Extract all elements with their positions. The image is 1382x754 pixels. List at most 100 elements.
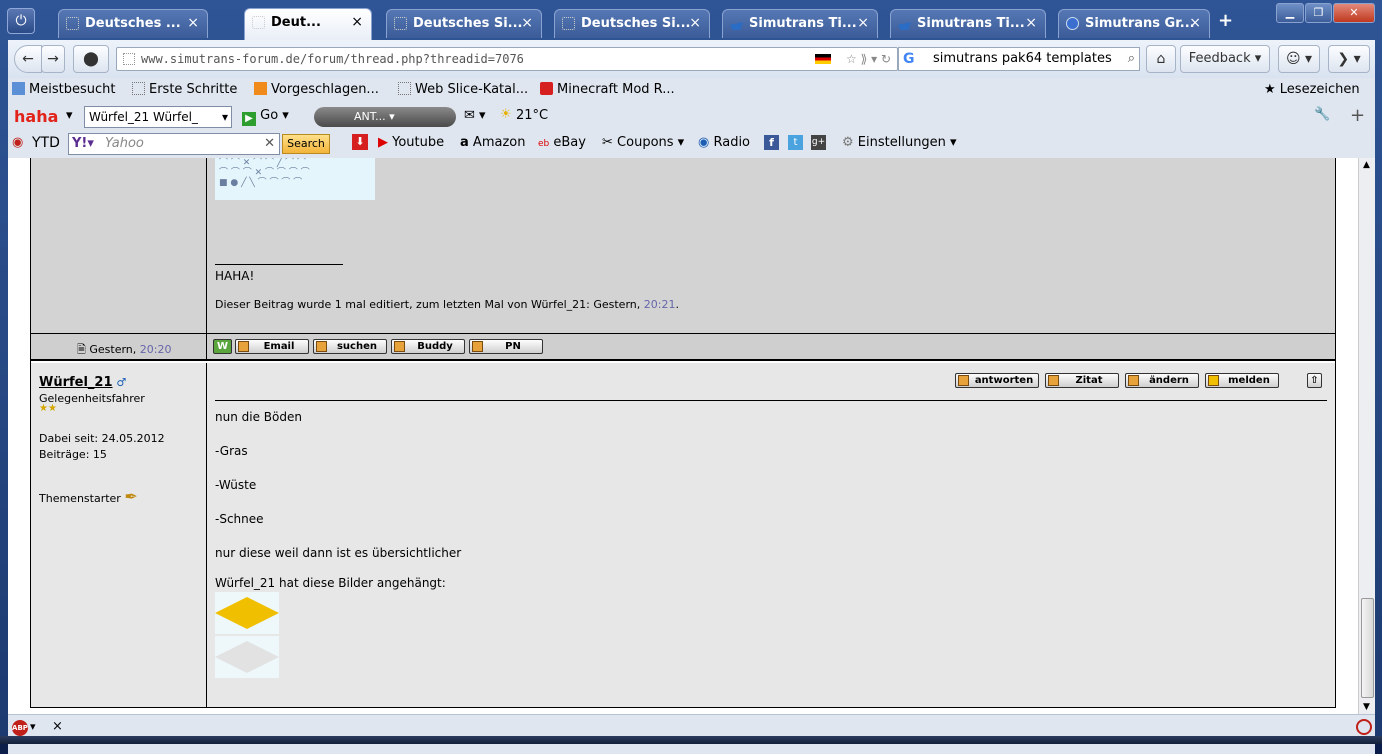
radio-player[interactable]: ANT... ▾ <box>314 107 456 127</box>
download-icon[interactable]: ⬇ <box>352 134 368 150</box>
radio-icon: ◉ <box>698 135 710 150</box>
suggested-icon <box>254 82 267 95</box>
haha-search-dropdown[interactable]: Würfel_21 Würfel_ ▾ <box>84 106 232 128</box>
amazon-link[interactable]: a Amazon <box>460 135 525 150</box>
bookmark-web-slice[interactable]: Web Slice-Katal... <box>398 82 528 97</box>
pm-button[interactable]: PN <box>469 339 543 354</box>
firefox-menu-button[interactable]: ⏻ <box>7 8 35 34</box>
scrollbar-thumb[interactable] <box>1361 598 1374 698</box>
coupons-link[interactable]: ✂ Coupons ▾ <box>602 135 684 150</box>
home-button[interactable]: ⌂ <box>1146 45 1176 73</box>
ebay-link[interactable]: eb eBay <box>538 135 586 150</box>
tab-label: Simutrans Ti... <box>917 16 1025 31</box>
radio-link[interactable]: ◉ Radio <box>698 135 750 150</box>
bookmark-label: Web Slice-Katal... <box>415 82 529 97</box>
greasemonkey-button[interactable]: ☺ ▾ <box>1278 45 1320 73</box>
tab-4[interactable]: Deutsches Si... × <box>554 9 710 38</box>
reply-button[interactable]: antworten <box>955 373 1039 388</box>
link-label: Youtube <box>392 135 445 150</box>
tab-7[interactable]: Simutrans Gr... × <box>1058 9 1210 38</box>
search-posts-button[interactable]: suchen <box>313 339 387 354</box>
chevron-down-icon[interactable]: ▾ <box>66 108 73 123</box>
buddy-button[interactable]: Buddy <box>391 339 465 354</box>
bookmark-minecraft[interactable]: Minecraft Mod R... <box>540 82 675 97</box>
quote-button[interactable]: Zitat <box>1045 373 1119 388</box>
button-label: suchen <box>336 341 378 352</box>
bookmark-vorgeschlagen[interactable]: Vorgeschlagen... <box>254 82 379 97</box>
google-plus-icon[interactable]: g+ <box>811 135 826 150</box>
search-icon <box>316 341 327 352</box>
chevron-down-icon[interactable]: ▾ <box>30 720 36 733</box>
monkey-icon: ☺ <box>1285 51 1301 67</box>
forward-button[interactable]: → <box>41 45 65 73</box>
username-link[interactable]: Würfel_21 <box>39 375 113 390</box>
attachment-image-preview[interactable]: ⌒ ⌒ ✕ ⌒ ⌒ ╱ ⌒ ⌒ ⌒ ⌒ ⌒ ✕ ⌒ ⌒ ⌒ ⌒ ■ ● ╱ ╲ ⌒ … <box>215 158 375 200</box>
haha-logo: haha <box>14 107 59 126</box>
post-date: 🗎 Gestern, 20:20 <box>77 341 171 360</box>
edit-button[interactable]: ändern <box>1125 373 1199 388</box>
close-icon[interactable]: × <box>52 719 63 734</box>
settings-menu[interactable]: ⚙ Einstellungen ▾ <box>842 135 957 150</box>
facebook-icon[interactable]: f <box>764 135 779 150</box>
overflow-menu-button[interactable]: ❯ ▾ <box>1328 45 1370 73</box>
bookmark-erste-schritte[interactable]: Erste Schritte <box>132 82 237 97</box>
mail-icon[interactable]: ✉ ▾ <box>464 108 486 123</box>
close-window-button[interactable]: ✕ <box>1333 3 1375 23</box>
tab-3[interactable]: Deutsches Si... × <box>386 9 542 38</box>
feedback-button[interactable]: Feedback ▾ <box>1180 45 1270 73</box>
youtube-link[interactable]: ▶ Youtube <box>378 135 444 150</box>
scroll-up-icon[interactable]: ▲ <box>1363 160 1370 170</box>
maximize-button[interactable]: ❐ <box>1305 3 1332 23</box>
stop-button[interactable]: ⬤ <box>73 45 109 73</box>
haha-toolbar: haha ▾ Würfel_21 Würfel_ ▾ ▶ Go ▾ ANT... … <box>8 104 1375 130</box>
close-icon[interactable]: × <box>1189 10 1201 37</box>
scroll-top-button[interactable]: ⇧ <box>1307 373 1322 388</box>
url-bar[interactable]: www.simutrans-forum.de/forum/thread.php?… <box>116 47 898 71</box>
bookmark-meistbesucht[interactable]: Meistbesucht <box>12 82 115 97</box>
homepage-button[interactable]: W <box>213 339 232 354</box>
new-tab-button[interactable]: + <box>1218 10 1233 31</box>
weather-temp[interactable]: 21°C <box>516 108 548 123</box>
close-icon[interactable]: × <box>521 10 533 37</box>
tab-2-active[interactable]: Deut... × <box>244 8 372 40</box>
twitter-icon[interactable]: t <box>788 135 803 150</box>
buddy-icon <box>394 341 405 352</box>
search-input[interactable]: simutrans pak64 templates <box>933 51 1112 66</box>
status-icon[interactable] <box>1356 719 1372 735</box>
minimize-button[interactable]: ▁ <box>1276 3 1304 23</box>
tab-5[interactable]: Simutrans Ti... × <box>722 9 878 38</box>
search-bar[interactable]: G simutrans pak64 templates ⌕ <box>898 47 1140 71</box>
bookmarks-menu-label: Lesezeichen <box>1279 82 1360 97</box>
yahoo-search-button[interactable]: Search <box>282 134 330 154</box>
bookmarks-menu[interactable]: ★ Lesezeichen <box>1264 82 1360 97</box>
author-name[interactable]: Würfel_21 ♂ <box>39 375 126 390</box>
post-count: Beiträge: 15 <box>39 448 107 461</box>
page-icon <box>123 53 135 65</box>
back-button[interactable]: ← <box>14 45 42 73</box>
adblock-icon[interactable]: ABP <box>12 720 28 736</box>
tab-6[interactable]: Simutrans Ti... × <box>890 9 1046 38</box>
add-toolbar-button[interactable]: + <box>1350 105 1365 126</box>
link-label: Radio <box>713 135 751 150</box>
scroll-down-icon[interactable]: ▼ <box>1363 702 1370 712</box>
edit-time: 20:21 <box>643 298 676 311</box>
ytd-label[interactable]: YTD <box>32 135 60 151</box>
attachment-yellow-tile[interactable] <box>215 592 279 634</box>
attachment-grey-tile[interactable] <box>215 636 279 678</box>
tab-1[interactable]: Deutsches ... × <box>58 9 208 38</box>
bookmark-star-icon[interactable]: ☆ ⟫ ▾ ↻ <box>846 48 891 70</box>
close-icon[interactable]: × <box>187 10 199 37</box>
close-icon[interactable]: × <box>857 10 869 37</box>
yahoo-search-input[interactable]: Y!▾ Yahoo ✕ <box>68 133 280 155</box>
report-button[interactable]: melden <box>1205 373 1279 388</box>
close-icon[interactable]: × <box>351 9 363 36</box>
wrench-icon[interactable]: 🔧 <box>1314 107 1330 122</box>
email-button[interactable]: Email <box>235 339 309 354</box>
close-icon[interactable]: × <box>1025 10 1037 37</box>
vertical-scrollbar[interactable]: ▲ ▼ <box>1358 158 1375 714</box>
clear-icon[interactable]: ✕ <box>264 134 275 154</box>
close-icon[interactable]: × <box>689 10 701 37</box>
search-icon[interactable]: ⌕ <box>1128 48 1135 70</box>
go-button[interactable]: ▶ Go ▾ <box>242 108 289 126</box>
german-flag-icon <box>815 54 831 64</box>
